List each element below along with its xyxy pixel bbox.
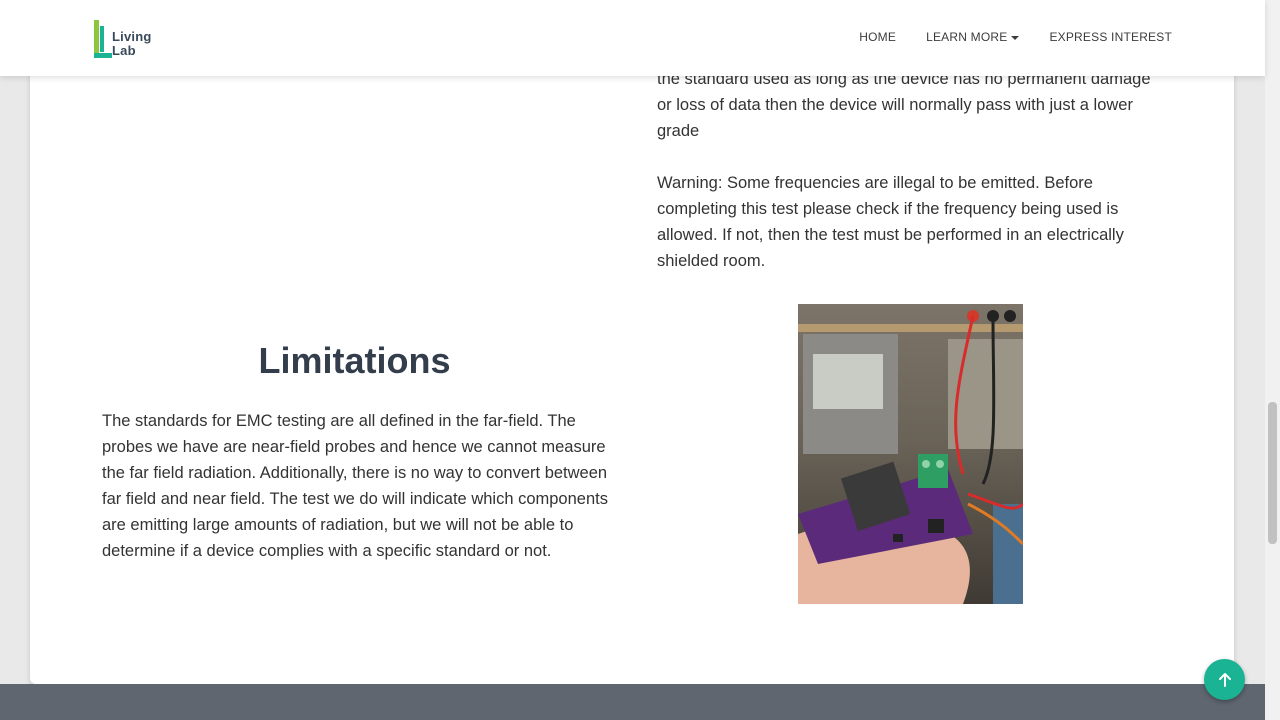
limitations-heading: Limitations	[258, 340, 451, 381]
nav-learn-more[interactable]: LEARN MORE	[926, 30, 1020, 44]
footer	[0, 684, 1265, 720]
pcb-photo	[798, 304, 1023, 604]
nav-learn-more-label: LEARN MORE	[926, 30, 1008, 44]
page-scrollbar[interactable]	[1265, 0, 1280, 720]
logo-text-line1: Living	[112, 29, 152, 44]
main-nav: HOME LEARN MORE EXPRESS INTEREST	[859, 30, 1172, 44]
back-to-top-button[interactable]	[1204, 659, 1245, 700]
nav-express-interest[interactable]: EXPRESS INTEREST	[1049, 30, 1172, 44]
warning-paragraph: Warning: Some frequencies are illegal to…	[657, 174, 1124, 270]
logo-text-line2: Lab	[112, 43, 136, 58]
logo-mark-icon	[94, 20, 112, 58]
logo-text: Living Lab	[112, 30, 151, 58]
arrow-up-icon	[1218, 672, 1231, 687]
caret-down-icon	[1011, 35, 1020, 40]
navbar: Living Lab HOME LEARN MORE EXPRESS INTER…	[0, 0, 1265, 76]
test-result-paragraph: the standard used as long as the device …	[657, 70, 1151, 140]
scrollbar-thumb[interactable]	[1268, 402, 1277, 544]
nav-home[interactable]: HOME	[859, 30, 896, 44]
living-lab-logo[interactable]: Living Lab	[94, 18, 158, 60]
limitations-paragraph: The standards for EMC testing are all de…	[102, 412, 608, 560]
